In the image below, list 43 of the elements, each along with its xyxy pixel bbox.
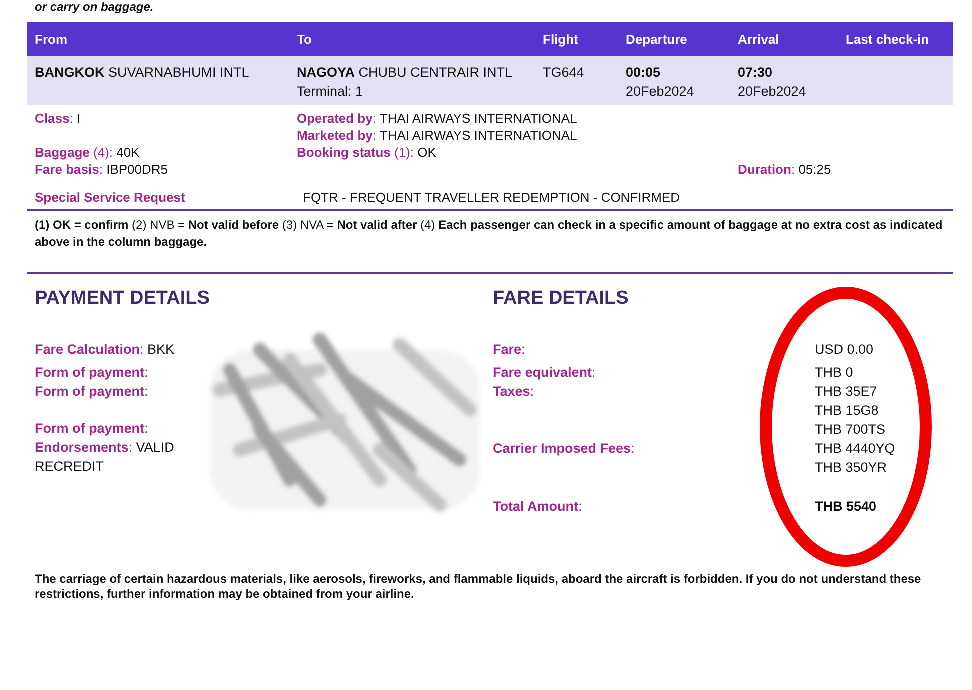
fare-label: Fare equivalent: — [493, 364, 597, 382]
fare-value: THB 4440YQ — [815, 440, 896, 458]
payment-field: Form of payment: — [35, 363, 485, 382]
special-service-request: Special Service Request FQTR - FREQUENT TRAVELLER REDEMPTION - CONFIRMED — [27, 189, 953, 211]
payment-field: RECREDIT — [35, 457, 485, 476]
column-header: Arrival — [737, 32, 780, 46]
fare-label: Total Amount: — [493, 498, 584, 516]
fare-value: USD 0.00 — [815, 341, 875, 359]
detail-field: Class: I — [27, 110, 289, 127]
section-title: FARE DETAILS — [493, 288, 630, 310]
column-header: Flight — [542, 32, 580, 46]
column-header: Departure — [625, 32, 688, 46]
detail-field: Marketed by: THAI AIRWAYS INTERNATIONAL — [289, 127, 730, 144]
top-note: or carry on baggage. — [34, 0, 155, 16]
detail-field: Baggage (4): 40K — [27, 144, 289, 161]
detail-field: Booking status (1): OK — [289, 144, 618, 161]
table-cell-text: TG644 — [542, 64, 586, 82]
fare-value: THB 700TS — [815, 421, 887, 439]
column-header: Last check-in — [845, 32, 930, 46]
fare-value: THB 350YR — [815, 459, 888, 477]
fare-value: THB 35E7 — [815, 383, 878, 401]
detail-field: Duration: 05:25 — [730, 161, 953, 178]
table-cell-text: 07:30 20Feb2024 — [737, 64, 808, 101]
payment-field: Endorsements: VALID — [35, 438, 485, 457]
detail-field: Fare basis: IBP00DR5 — [27, 161, 289, 178]
payment-field: Form of payment: — [35, 382, 485, 401]
fare-value: THB 15G8 — [815, 402, 880, 420]
legend-text: (1) OK = confirm (2) NVB = Not valid before (3) NVA = Not valid after (4) Each passenger can check in a specific amount of baggage at no extra cost as indicated above in the column baggage. — [35, 218, 943, 249]
payment-field: Form of payment: — [35, 419, 485, 438]
table-cell-text: BANGKOK SUVARNABHUMI INTL — [34, 64, 250, 82]
fare-value: THB 0 — [815, 364, 854, 382]
fare-label: Carrier Imposed Fees: — [493, 440, 636, 458]
fare-value: THB 5540 — [815, 498, 878, 516]
fare-label: Fare: — [493, 341, 526, 359]
section-title: PAYMENT DETAILS — [35, 288, 211, 310]
column-header: To — [296, 32, 313, 46]
table-cell-text: 00:05 20Feb2024 — [625, 64, 696, 101]
payment-field: Fare Calculation: BKK — [35, 340, 485, 359]
footer-text: The carriage of certain hazardous materials, like aerosols, fireworks, and flammable liquids, aboard the aircraft is forbidden. If you do not understand these restrictions, further information may be obtained from your airline. — [34, 571, 922, 602]
column-header: From — [34, 32, 68, 46]
fare-label: Taxes: — [493, 383, 536, 401]
table-cell-text: NAGOYA CHUBU CENTRAIR INTL Terminal: 1 — [296, 64, 514, 101]
detail-field: Operated by: THAI AIRWAYS INTERNATIONAL — [289, 110, 730, 127]
